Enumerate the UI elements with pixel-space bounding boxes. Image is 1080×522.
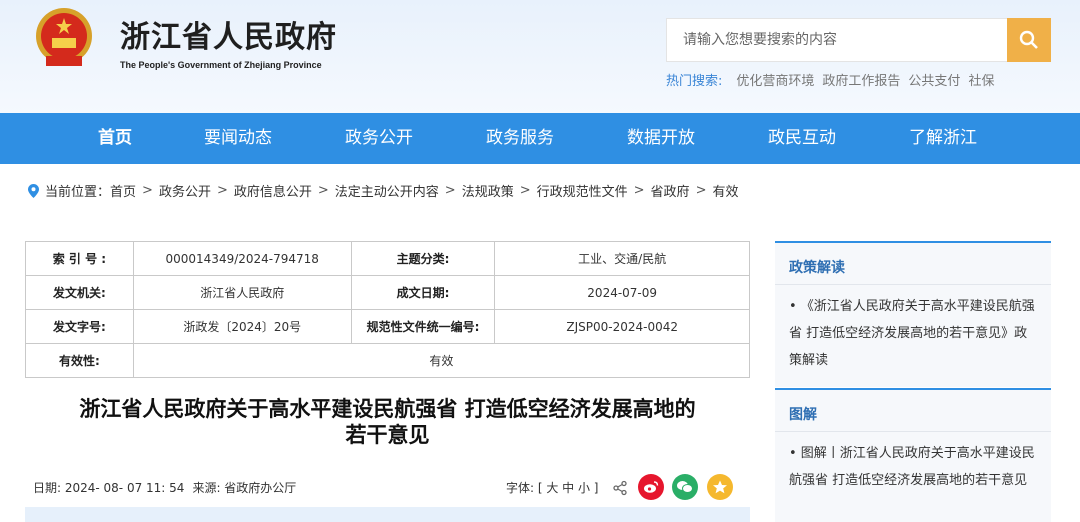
topic-value: 工业、交通/民航 — [494, 241, 750, 276]
index-value: 000014349/2024-794718 — [132, 241, 352, 276]
search-icon — [1019, 30, 1038, 49]
date-value: 2024-07-09 — [494, 275, 750, 310]
weibo-share-button[interactable] — [638, 474, 664, 500]
breadcrumb-separator: > — [519, 183, 531, 198]
nav-item-about[interactable]: 了解浙江 — [897, 113, 989, 164]
hot-search-item[interactable]: 公共支付 — [908, 70, 960, 89]
breadcrumb-separator: > — [633, 183, 645, 198]
nav-item-gov-open[interactable]: 政务公开 — [333, 113, 425, 164]
code-label: 规范性文件统一编号: — [350, 309, 496, 344]
site-title[interactable]: 浙江省人民政府 — [120, 12, 337, 56]
breadcrumb-item[interactable]: 法定主动公开内容 — [335, 181, 439, 200]
graphic-explanation-link[interactable]: • 图解丨浙江省人民政府关于高水平建设民航强省 打造低空经济发展高地的若干意见 — [775, 432, 1051, 494]
emblem-icon — [36, 8, 92, 66]
docno-label: 发文字号: — [25, 309, 134, 344]
breadcrumb-separator: > — [142, 183, 153, 198]
policy-interpretation-link[interactable]: • 《浙江省人民政府关于高水平建设民航强省 打造低空经济发展高地的若干意见》政策… — [775, 285, 1051, 374]
graphic-explanation-title[interactable]: 图解 — [775, 390, 1051, 432]
nav-item-gov-service[interactable]: 政务服务 — [474, 113, 566, 164]
breadcrumb-separator: > — [216, 183, 228, 198]
issuer-label: 发文机关: — [25, 275, 134, 310]
nav-item-interaction[interactable]: 政民互动 — [756, 113, 848, 164]
breadcrumb-item[interactable]: 法规政策 — [462, 181, 514, 200]
breadcrumb-separator: > — [317, 183, 329, 198]
share-icon[interactable] — [612, 480, 628, 496]
breadcrumb-item[interactable]: 省政府 — [651, 181, 690, 200]
breadcrumb-item[interactable]: 有效 — [712, 181, 738, 200]
breadcrumb-prefix: 当前位置： — [45, 185, 111, 200]
favorite-icon — [713, 480, 727, 494]
hot-search: 热门搜索: 优化营商环境 政府工作报告 公共支付 社保 — [666, 70, 994, 89]
table-row: 发文字号: 浙政发〔2024〕20号 规范性文件统一编号: ZJSP00-202… — [25, 309, 750, 344]
validity-value: 有效 — [132, 343, 751, 378]
article-title-line: 浙江省人民政府关于高水平建设民航强省 打造低空经济发展高地的 — [79, 397, 696, 421]
table-row: 有效性: 有效 — [25, 343, 751, 378]
breadcrumb: 当前位置： 首页 > 政务公开 > 政府信息公开 > 法定主动公开内容 > 法规… — [28, 181, 738, 200]
nav-item-data-open[interactable]: 数据开放 — [615, 113, 707, 164]
content-divider — [25, 507, 750, 522]
nav-item-home[interactable]: 首页 — [75, 113, 155, 164]
article-source: 来源: 省政府办公厅 — [192, 481, 297, 495]
article-title: 浙江省人民政府关于高水平建设民航强省 打造低空经济发展高地的 若干意见 — [25, 396, 750, 448]
wechat-icon — [677, 481, 693, 493]
article-info: 日期: 2024- 08- 07 11: 54 来源: 省政府办公厅 — [33, 479, 296, 496]
breadcrumb-separator: > — [695, 183, 707, 198]
policy-interpretation-title[interactable]: 政策解读 — [775, 243, 1051, 285]
breadcrumb-item[interactable]: 政务公开 — [159, 181, 211, 200]
hot-search-label: 热门搜索: — [666, 74, 723, 89]
nav-item-news[interactable]: 要闻动态 — [192, 113, 284, 164]
font-size-control[interactable]: 字体: [ 大 中 小 ] — [506, 479, 598, 496]
search-button[interactable] — [1007, 18, 1051, 62]
graphic-explanation-panel: 图解 • 图解丨浙江省人民政府关于高水平建设民航强省 打造低空经济发展高地的若干… — [775, 388, 1051, 522]
hot-search-item[interactable]: 社保 — [968, 70, 994, 89]
table-row: 发文机关: 浙江省人民政府 成文日期: 2024-07-09 — [25, 275, 750, 310]
article-date: 日期: 2024- 08- 07 11: 54 — [33, 481, 185, 495]
policy-interpretation-panel: 政策解读 • 《浙江省人民政府关于高水平建设民航强省 打造低空经济发展高地的若干… — [775, 241, 1051, 387]
breadcrumb-item[interactable]: 政府信息公开 — [234, 181, 312, 200]
topic-label: 主题分类: — [350, 241, 496, 276]
article-title-line: 若干意见 — [345, 423, 430, 447]
date-label: 成文日期: — [350, 275, 496, 310]
location-pin-icon — [28, 183, 39, 198]
site-subtitle: The People's Government of Zhejiang Prov… — [120, 60, 322, 70]
breadcrumb-separator: > — [444, 183, 456, 198]
breadcrumb-item[interactable]: 首页 — [110, 181, 136, 200]
docno-value: 浙政发〔2024〕20号 — [132, 309, 352, 344]
validity-label: 有效性: — [25, 343, 134, 378]
hot-search-item[interactable]: 优化营商环境 — [736, 70, 814, 89]
favorite-button[interactable] — [707, 474, 733, 500]
table-row: 索 引 号 : 000014349/2024-794718 主题分类: 工业、交… — [25, 241, 750, 276]
index-label: 索 引 号 : — [25, 241, 134, 276]
breadcrumb-item[interactable]: 行政规范性文件 — [537, 181, 628, 200]
search-input[interactable]: 请输入您想要搜索的内容 — [666, 18, 1008, 62]
main-nav: 首页 要闻动态 政务公开 政务服务 数据开放 政民互动 了解浙江 — [0, 113, 1080, 164]
weibo-icon — [644, 481, 659, 493]
code-value: ZJSP00-2024-0042 — [494, 309, 750, 344]
hot-search-item[interactable]: 政府工作报告 — [822, 70, 900, 89]
site-header: 浙江省人民政府 The People's Government of Zheji… — [0, 0, 1080, 113]
wechat-share-button[interactable] — [672, 474, 698, 500]
issuer-value: 浙江省人民政府 — [132, 275, 352, 310]
document-meta-table: 索 引 号 : 000014349/2024-794718 主题分类: 工业、交… — [25, 241, 751, 378]
